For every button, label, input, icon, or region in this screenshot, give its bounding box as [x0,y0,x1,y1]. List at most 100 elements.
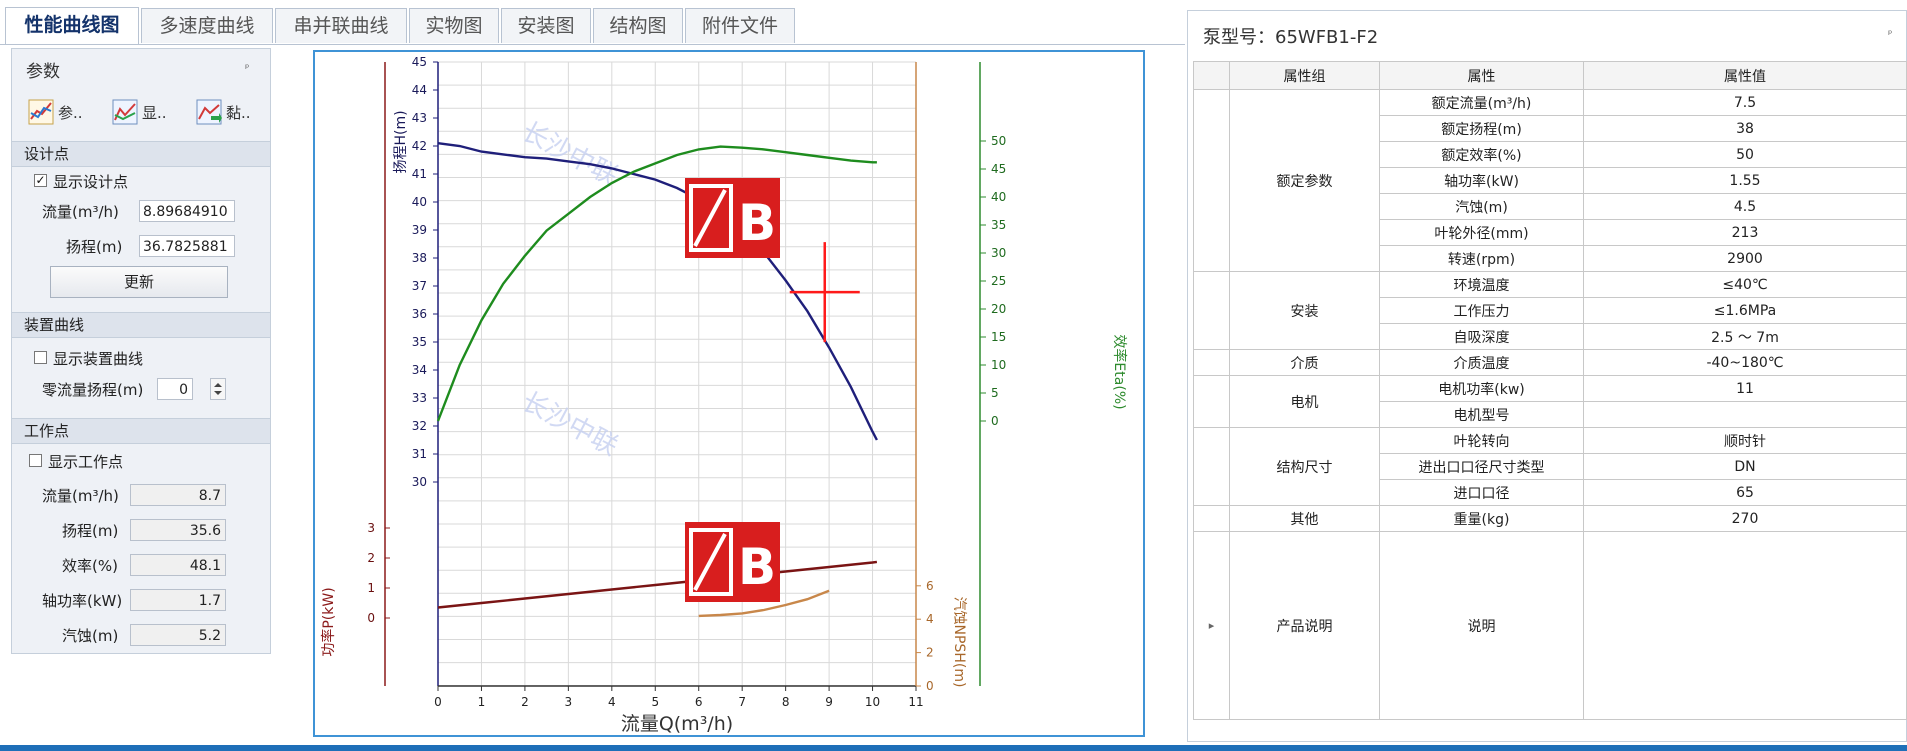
property-value-cell[interactable]: ≤1.6MPa [1583,297,1907,324]
property-name-cell[interactable]: 重量(kg) [1379,505,1584,532]
property-name-cell[interactable]: 叶轮外径(mm) [1379,219,1584,246]
tab-photo[interactable]: 实物图 [409,8,499,43]
eta-tick-label: 5 [991,386,999,400]
performance-chart[interactable]: 0 1 2 3 4 5 6 7 8 9 10 11流量Q(m³/h)30313233343536373… [315,52,1143,735]
property-name-cell[interactable]: 进口口径 [1379,479,1584,506]
property-name-cell[interactable]: 轴功率(kW) [1379,167,1584,194]
tab-structure[interactable]: 结构图 [593,8,683,43]
head-tick-label: 38 [412,251,427,265]
property-name-cell[interactable]: 介质温度 [1379,349,1584,376]
row-indicator[interactable] [1193,375,1230,428]
property-value-cell[interactable]: DN [1583,453,1907,480]
property-value-cell[interactable]: 顺时针 [1583,427,1907,454]
property-value-cell[interactable]: 270 [1583,505,1907,532]
display-tool-button[interactable]: 显.. [112,95,167,129]
show-work-point-checkbox[interactable] [29,454,42,467]
property-value-cell[interactable]: 38 [1583,115,1907,142]
property-value-cell[interactable] [1583,531,1907,720]
tab-performance-curve[interactable]: 性能曲线图 [5,7,139,44]
property-name-cell[interactable]: 说明 [1379,531,1584,720]
property-group-cell[interactable]: 额定参数 [1229,89,1380,272]
column-header-value[interactable]: 属性值 [1583,61,1907,90]
eta-tick-label: 50 [991,134,1006,148]
property-name-cell[interactable]: 环境温度 [1379,271,1584,298]
zb-logo-icon: B [738,194,776,252]
property-group-cell[interactable]: 电机 [1229,375,1380,428]
tab-multi-speed-curve[interactable]: 多速度曲线 [141,8,273,43]
zero-flow-stepper[interactable] [210,378,226,400]
property-group-cell[interactable]: 安装 [1229,271,1380,350]
property-value-cell[interactable]: ≤40℃ [1583,271,1907,298]
property-value-cell[interactable]: 2.5 ～ 7m [1583,323,1907,350]
property-name-cell[interactable]: 自吸深度 [1379,323,1584,350]
property-value-cell[interactable]: 65 [1583,479,1907,506]
zero-flow-head-input[interactable]: 0 [157,378,193,400]
design-head-input[interactable]: 36.7825881 [139,235,235,257]
x-tick-label: 5 [651,695,659,709]
property-value-cell[interactable]: 7.5 [1583,89,1907,116]
table-row[interactable]: 其他 重量(kg) 270 [1193,505,1907,532]
property-name-cell[interactable]: 工作压力 [1379,297,1584,324]
x-tick-label: 9 [825,695,833,709]
table-row[interactable]: 介质 介质温度 -40~180℃ [1193,349,1907,376]
x-tick-label: 10 [865,695,880,709]
property-name-cell[interactable]: 额定流量(m³/h) [1379,89,1584,116]
table-row[interactable]: 额定参数 额定流量(m³/h) 7.5 [1193,89,1907,272]
table-row[interactable]: 电机 电机功率(kw) 11 [1193,375,1907,428]
property-name-cell[interactable]: 额定扬程(m) [1379,115,1584,142]
property-value-cell[interactable]: 213 [1583,219,1907,246]
paste-tool-button[interactable]: 黏.. [196,95,251,129]
eta-tick-label: 20 [991,302,1006,316]
work-point-header: 工作点 [12,418,270,444]
param-tool-button[interactable]: 参.. [28,95,83,129]
column-header-group[interactable]: 属性组 [1229,61,1380,90]
table-row[interactable]: ▸ 产品说明 说明 [1193,531,1907,720]
tab-attachments[interactable]: 附件文件 [685,8,795,43]
property-group-cell[interactable]: 产品说明 [1229,531,1380,720]
column-header-property[interactable]: 属性 [1379,61,1584,90]
pin-icon[interactable]: ᵖ [245,63,249,74]
head-tick-label: 43 [412,111,427,125]
property-value-cell[interactable]: 4.5 [1583,193,1907,220]
row-indicator[interactable] [1193,349,1230,376]
row-indicator[interactable] [1193,427,1230,506]
row-indicator[interactable] [1193,89,1230,272]
row-indicator[interactable]: ▸ [1193,531,1230,720]
property-value-cell[interactable]: 1.55 [1583,167,1907,194]
property-value-cell[interactable]: 50 [1583,141,1907,168]
work-eta-value: 48.1 [130,554,226,576]
property-name-cell[interactable]: 进出口口径尺寸类型 [1379,453,1584,480]
head-tick-label: 40 [412,195,427,209]
show-design-point-checkbox[interactable]: ✓ [34,174,47,187]
row-indicator[interactable] [1193,271,1230,350]
property-name-cell[interactable]: 转速(rpm) [1379,245,1584,272]
stepper-arrows-icon [214,383,222,395]
work-eta-label: 效率(%) [62,557,118,575]
property-value-cell[interactable]: -40~180℃ [1583,349,1907,376]
property-name-cell[interactable]: 叶轮转向 [1379,427,1584,454]
property-group-cell[interactable]: 其他 [1229,505,1380,532]
head-tick-label: 45 [412,55,427,69]
tab-series-parallel-curve[interactable]: 串并联曲线 [275,8,407,43]
table-row[interactable]: 安装 环境温度 ≤40℃ [1193,271,1907,350]
property-name-cell[interactable]: 电机型号 [1379,401,1584,428]
row-indicator[interactable] [1193,505,1230,532]
update-button[interactable]: 更新 [50,266,228,298]
head-tick-label: 30 [412,475,427,489]
property-group-cell[interactable]: 结构尺寸 [1229,427,1380,506]
design-flow-input[interactable]: 8.89684910 [139,200,235,222]
property-group-cell[interactable]: 介质 [1229,349,1380,376]
property-value-cell[interactable] [1583,401,1907,428]
performance-chart-frame: 0 1 2 3 4 5 6 7 8 9 10 11 流量Q(m³/h) 30 31 32 33 34 35 36 37 3… [313,50,1145,737]
property-name-cell[interactable]: 额定效率(%) [1379,141,1584,168]
pin-icon[interactable]: ᵖ [1888,29,1892,40]
property-name-cell[interactable]: 电机功率(kw) [1379,375,1584,402]
work-npsh-label: 汽蚀(m) [62,627,119,645]
property-value-cell[interactable]: 11 [1583,375,1907,402]
eta-tick-label: 10 [991,358,1006,372]
property-name-cell[interactable]: 汽蚀(m) [1379,193,1584,220]
table-row[interactable]: 结构尺寸 叶轮转向 顺时针 [1193,427,1907,506]
property-value-cell[interactable]: 2900 [1583,245,1907,272]
tab-installation[interactable]: 安装图 [501,8,591,43]
show-system-curve-checkbox[interactable] [34,351,47,364]
